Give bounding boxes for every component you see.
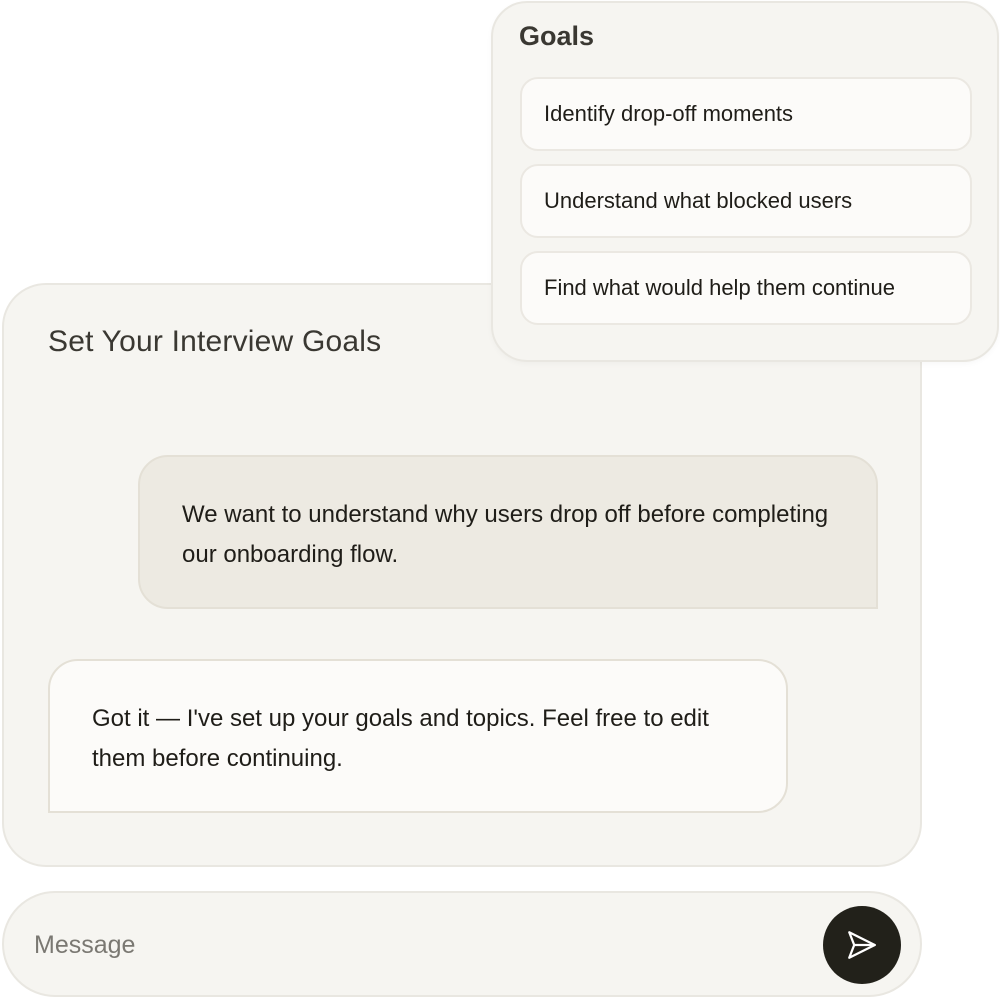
goals-title: Goals	[519, 21, 595, 51]
user-message-bubble: We want to understand why users drop off…	[138, 455, 878, 609]
goal-item[interactable]: Understand what blocked users	[520, 164, 972, 238]
send-button[interactable]	[823, 906, 901, 984]
goal-item-label: Understand what blocked users	[544, 188, 853, 213]
assistant-message-text: Got it — I've set up your goals and topi…	[92, 705, 709, 772]
chat-title: Set Your Interview Goals	[48, 325, 382, 358]
user-message-text: We want to understand why users drop off…	[182, 501, 829, 568]
goal-item[interactable]: Find what would help them continue	[520, 251, 972, 325]
goal-item-label: Find what would help them continue	[544, 275, 895, 300]
message-composer	[2, 891, 922, 997]
send-icon	[848, 931, 876, 959]
chat-card: Set Your Interview Goals We want to unde…	[2, 283, 922, 867]
goal-item[interactable]: Identify drop-off moments	[520, 77, 972, 151]
goals-panel: Goals Identify drop-off moments Understa…	[491, 1, 999, 362]
goal-item-label: Identify drop-off moments	[544, 101, 794, 126]
app-stage: Set Your Interview Goals We want to unde…	[0, 0, 1000, 1000]
assistant-message-bubble: Got it — I've set up your goals and topi…	[48, 659, 788, 813]
message-input[interactable]	[34, 919, 794, 971]
